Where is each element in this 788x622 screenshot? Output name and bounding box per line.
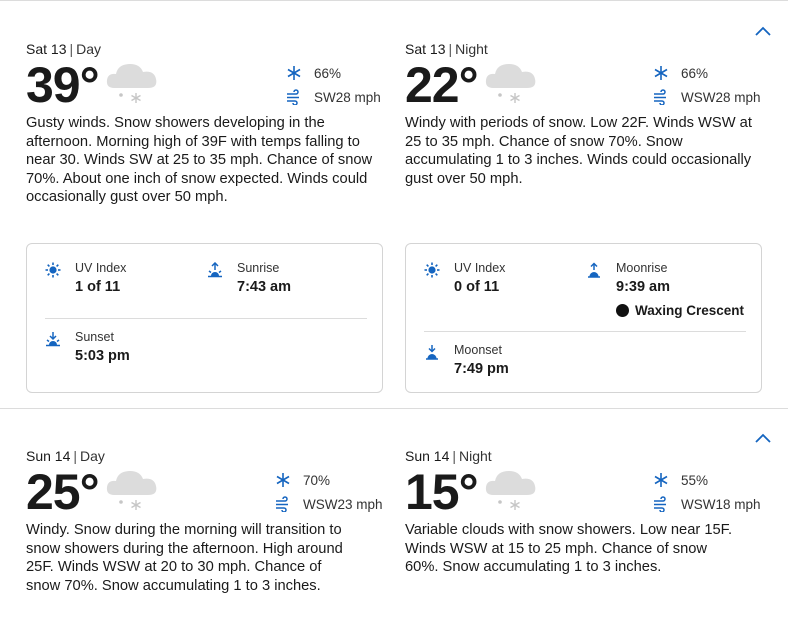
period-stats: 66% WSW28 mph bbox=[653, 61, 763, 109]
wind-stat: WSW18 mph bbox=[653, 492, 763, 516]
sunrise-label: Sunrise bbox=[237, 261, 280, 275]
wind-icon bbox=[654, 89, 666, 105]
moonrise-label: Moonrise bbox=[616, 261, 668, 275]
sunset-icon bbox=[46, 332, 60, 347]
collapse-chevron-up-icon[interactable] bbox=[755, 433, 771, 443]
temperature: 15° bbox=[405, 464, 479, 520]
forecast-description: Variable clouds with snow showers. Low n… bbox=[405, 522, 733, 575]
snowflake-icon bbox=[654, 66, 668, 80]
wind-value: WSW23 mph bbox=[303, 496, 383, 512]
sunset-label: Sunset bbox=[75, 330, 114, 344]
wind-value: WSW28 mph bbox=[681, 89, 761, 105]
period-time: Night bbox=[459, 448, 492, 464]
cloud-snow-icon bbox=[106, 64, 157, 103]
period-header: Sat 13 | Night bbox=[405, 41, 488, 57]
cloud-snow-icon bbox=[485, 64, 536, 103]
period-date: Sun 14 bbox=[26, 448, 71, 464]
uv-value: 0 of 11 bbox=[454, 279, 500, 295]
moonset-value: 7:49 pm bbox=[454, 361, 509, 377]
forecast-description: Windy. Snow during the morning will tran… bbox=[26, 522, 343, 594]
day-period-sun: Sun 14 | Day 25° 70% WSW23 mph Windy. Snow… bbox=[26, 447, 386, 594]
night-details-card: UV Index 0 of 11 Moonrise 9:39 am Waxing… bbox=[405, 243, 762, 393]
section-divider bbox=[0, 408, 788, 409]
precip-value: 70% bbox=[303, 472, 331, 488]
moon-phase-label: Waxing Crescent bbox=[635, 303, 745, 318]
day-details-card: UV Index 1 of 11 Sunrise 7:43 am Sunset … bbox=[26, 243, 383, 393]
sun-uv-icon bbox=[45, 262, 61, 278]
precip-stat: 66% bbox=[286, 61, 396, 85]
precip-value: 66% bbox=[681, 65, 709, 81]
moonrise-value: 9:39 am bbox=[616, 279, 671, 295]
top-border bbox=[0, 0, 788, 1]
wind-value: WSW18 mph bbox=[681, 496, 761, 512]
wind-value: SW28 mph bbox=[314, 89, 381, 105]
period-time: Day bbox=[80, 448, 105, 464]
precip-value: 55% bbox=[681, 472, 709, 488]
period-header: Sun 14 | Night bbox=[405, 448, 492, 464]
uv-label: UV Index bbox=[75, 261, 127, 275]
forecast-description: Windy with periods of snow. Low 22F. Win… bbox=[405, 115, 752, 187]
wind-stat: WSW23 mph bbox=[275, 492, 385, 516]
moonset-label: Moonset bbox=[454, 343, 502, 357]
moonrise-icon bbox=[588, 262, 600, 278]
cloud-snow-icon bbox=[106, 471, 157, 510]
card-divider bbox=[45, 318, 367, 319]
wind-stat: SW28 mph bbox=[286, 85, 396, 109]
period-stats: 55% WSW18 mph bbox=[653, 468, 763, 516]
precip-stat: 66% bbox=[653, 61, 763, 85]
forecast-description: Gusty winds. Snow showers developing in … bbox=[26, 115, 373, 205]
collapse-chevron-up-icon[interactable] bbox=[755, 26, 771, 36]
period-stats: 70% WSW23 mph bbox=[275, 468, 385, 516]
sun-uv-icon bbox=[424, 262, 440, 278]
period-time: Night bbox=[455, 41, 488, 57]
sunrise-value: 7:43 am bbox=[237, 279, 292, 295]
period-header: Sun 14 | Day bbox=[26, 448, 105, 464]
wind-icon bbox=[654, 496, 666, 512]
temperature: 22° bbox=[405, 57, 479, 113]
period-date: Sun 14 bbox=[405, 448, 450, 464]
night-period-sun: Sun 14 | Night 15° 55% WSW18 mph Variable … bbox=[405, 447, 765, 575]
period-date: Sat 13 bbox=[26, 41, 67, 57]
temperature: 39° bbox=[26, 57, 100, 113]
period-date: Sat 13 bbox=[405, 41, 446, 57]
wind-icon bbox=[287, 89, 299, 105]
wind-stat: WSW28 mph bbox=[653, 85, 763, 109]
moon-phase: Waxing Crescent bbox=[616, 303, 744, 318]
precip-value: 66% bbox=[314, 65, 342, 81]
sunrise-icon bbox=[208, 262, 222, 278]
precip-stat: 70% bbox=[275, 468, 385, 492]
period-time: Day bbox=[76, 41, 102, 57]
snowflake-icon bbox=[276, 473, 290, 487]
day-period-sat: Sat 13 | Day 39° 66% SW28 mph Gusty winds.… bbox=[26, 40, 386, 205]
period-header: Sat 13 | Day bbox=[26, 41, 102, 57]
cloud-snow-icon bbox=[485, 471, 536, 510]
precip-stat: 55% bbox=[653, 468, 763, 492]
night-period-sat: Sat 13 | Night 22° 66% WSW28 mph Windy wit… bbox=[405, 40, 765, 187]
wind-icon bbox=[276, 496, 288, 512]
moonset-icon bbox=[426, 345, 438, 360]
snowflake-icon bbox=[287, 66, 301, 80]
uv-value: 1 of 11 bbox=[75, 279, 121, 295]
period-stats: 66% SW28 mph bbox=[286, 61, 396, 109]
temperature: 25° bbox=[26, 464, 100, 520]
moon-phase-icon bbox=[616, 304, 629, 317]
sunset-value: 5:03 pm bbox=[75, 348, 130, 364]
snowflake-icon bbox=[654, 473, 668, 487]
card-divider bbox=[424, 331, 746, 332]
uv-label: UV Index bbox=[454, 261, 506, 275]
